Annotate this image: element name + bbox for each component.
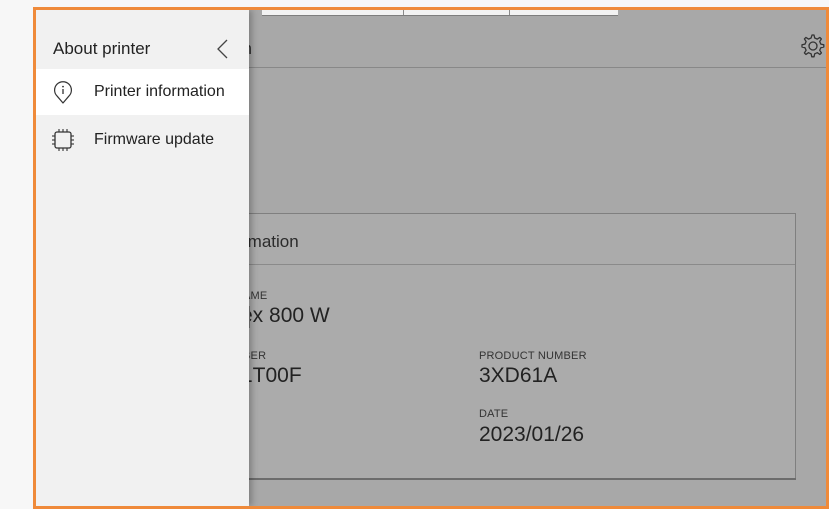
field-value-date: 2023/01/26 [479, 423, 585, 446]
field-label-product-number: PRODUCT NUMBER [479, 350, 587, 362]
menu-item-label: Firmware update [94, 131, 215, 148]
menu-item-firmware-update[interactable]: Firmware update [36, 117, 249, 163]
field-value-product-number: 3XD61A [479, 364, 558, 387]
field-value-serial: 1T00F [241, 364, 302, 387]
chip-icon [52, 129, 74, 151]
printer-info-card: rmation AME ex 800 W BER 1T00F PRODUCT N… [186, 213, 796, 479]
chevron-left-icon[interactable] [212, 37, 236, 61]
app-frame: on rmation AME ex 800 W BER 1T00F PRODUC… [33, 7, 829, 509]
settings-gear-icon[interactable] [798, 32, 826, 60]
card-header: rmation [187, 214, 795, 265]
field-label-date: DATE [479, 408, 509, 420]
info-pin-icon [54, 81, 72, 104]
side-menu-header: About printer [36, 15, 249, 67]
field-value-name: ex 800 W [241, 304, 330, 327]
side-menu: About printer Printer information Firmwa… [36, 10, 249, 506]
menu-item-label: Printer information [94, 83, 225, 100]
card-title: rmation [242, 232, 299, 251]
card-bottom-border [186, 478, 796, 480]
side-menu-title: About printer [53, 39, 151, 58]
menu-item-printer-information[interactable]: Printer information [36, 69, 249, 115]
